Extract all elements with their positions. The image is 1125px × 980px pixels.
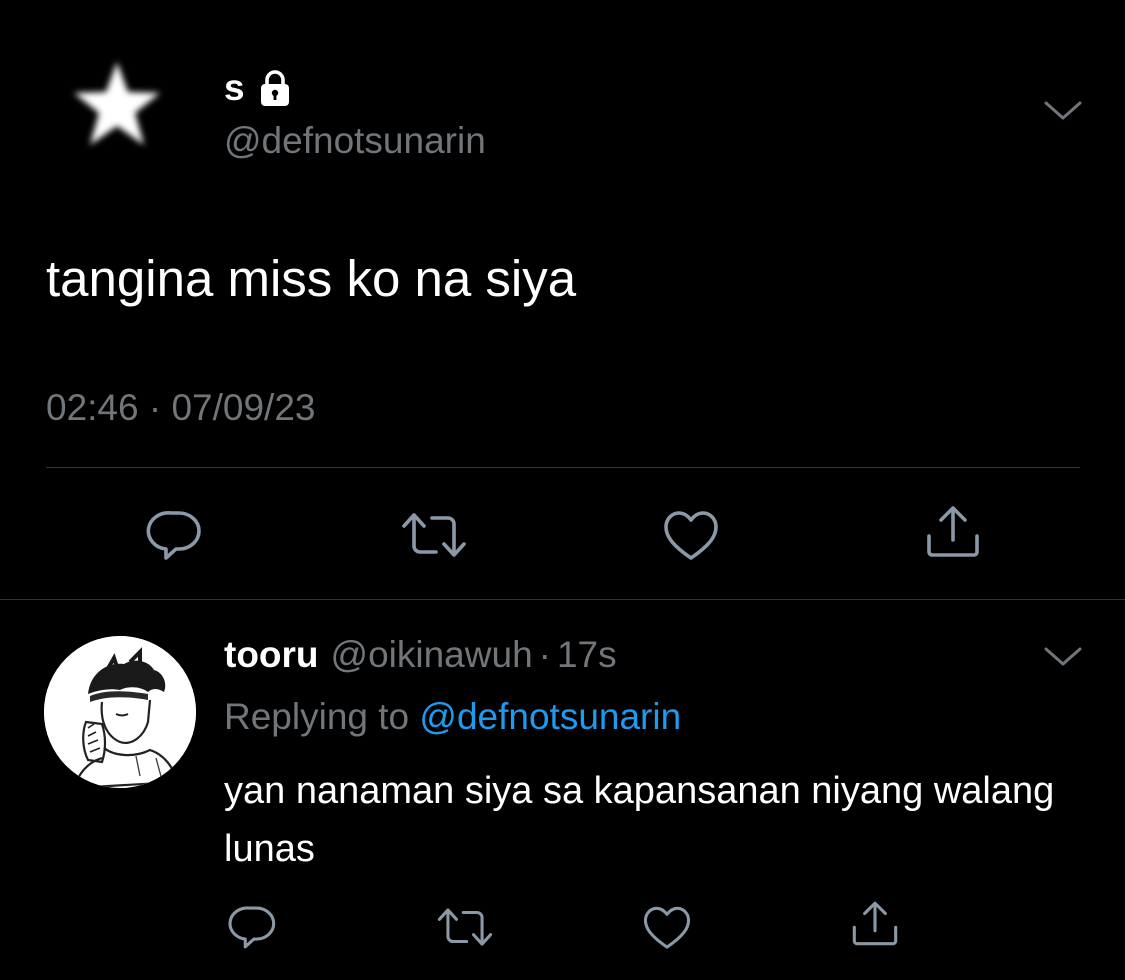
reply-author-row[interactable]: tooru @oikinawuh · 17s [224,634,617,684]
chevron-down-icon[interactable] [1043,98,1083,124]
author-name-row[interactable]: s [224,66,295,110]
lock-icon [255,68,295,108]
tweet-text: tangina miss ko na siya [46,250,577,307]
comment-icon[interactable] [228,902,278,952]
reply-text: yan nanaman siya sa kapansanan niyang wa… [224,770,1055,870]
reply-avatar[interactable] [44,636,196,788]
main-tweet: s @defnotsunarin tangina miss ko na siya… [0,0,1125,600]
reply-time[interactable]: 17s [557,634,617,676]
share-icon[interactable] [850,898,900,948]
divider [46,467,1080,468]
author-handle[interactable]: @defnotsunarin [224,118,486,164]
chevron-down-icon[interactable] [1043,644,1083,670]
author-display-name[interactable]: s [224,66,245,110]
reply-display-name[interactable]: tooru [224,634,319,676]
retweet-icon[interactable] [400,506,466,564]
reply-handle[interactable]: @oikinawuh [331,634,533,676]
replying-prefix: Replying to [224,696,410,737]
share-icon[interactable] [924,502,982,560]
heart-icon[interactable] [642,904,692,954]
reply-separator: · [538,634,551,675]
star-avatar-icon[interactable] [62,50,172,160]
retweet-icon[interactable] [436,902,494,952]
heart-icon[interactable] [662,508,720,566]
replying-to-link[interactable]: @defnotsunarin [419,696,681,737]
comment-icon[interactable] [146,506,204,564]
replying-to-line: Replying to @defnotsunarin [224,692,681,742]
tweet-timestamp[interactable]: 02:46 · 07/09/23 [46,384,316,432]
divider [0,599,1125,600]
